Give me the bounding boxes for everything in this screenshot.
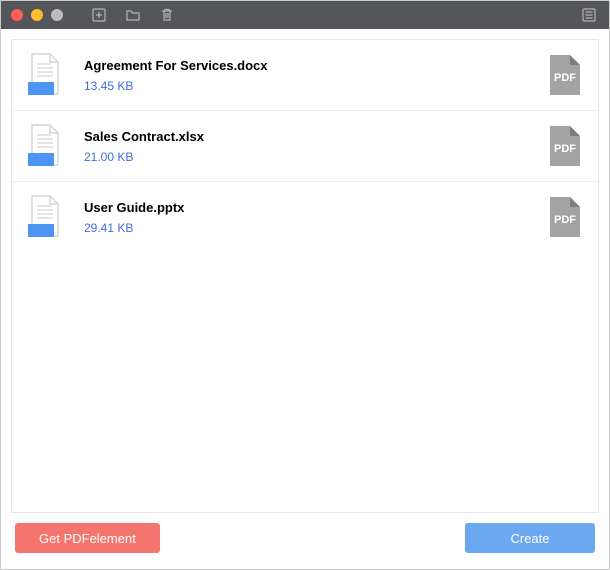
pdf-output-icon: PDF [546, 124, 584, 168]
trash-icon[interactable] [157, 5, 177, 25]
create-button[interactable]: Create [465, 523, 595, 553]
maximize-window-button[interactable] [51, 9, 63, 21]
file-name: Sales Contract.xlsx [84, 129, 528, 144]
file-name: User Guide.pptx [84, 200, 528, 215]
get-pdfelement-button[interactable]: Get PDFelement [15, 523, 160, 553]
document-icon [26, 123, 66, 169]
file-size: 21.00 KB [84, 150, 528, 164]
close-window-button[interactable] [11, 9, 23, 21]
file-list: Agreement For Services.docx 13.45 KB PDF… [11, 39, 599, 513]
minimize-window-button[interactable] [31, 9, 43, 21]
file-size: 29.41 KB [84, 221, 528, 235]
file-row[interactable]: Agreement For Services.docx 13.45 KB PDF [12, 40, 598, 111]
footer: Get PDFelement Create [11, 513, 599, 559]
file-size: 13.45 KB [84, 79, 528, 93]
file-details: Sales Contract.xlsx 21.00 KB [84, 129, 528, 164]
file-details: User Guide.pptx 29.41 KB [84, 200, 528, 235]
add-file-icon[interactable] [89, 5, 109, 25]
open-folder-icon[interactable] [123, 5, 143, 25]
svg-text:PDF: PDF [554, 72, 576, 84]
svg-text:PDF: PDF [554, 143, 576, 155]
document-icon [26, 52, 66, 98]
window-controls [11, 9, 63, 21]
file-name: Agreement For Services.docx [84, 58, 528, 73]
content-area: Agreement For Services.docx 13.45 KB PDF… [1, 29, 609, 569]
titlebar [1, 1, 609, 29]
settings-panel-icon[interactable] [579, 5, 599, 25]
file-row[interactable]: User Guide.pptx 29.41 KB PDF [12, 182, 598, 252]
pdf-output-icon: PDF [546, 195, 584, 239]
svg-text:PDF: PDF [554, 214, 576, 226]
document-icon [26, 194, 66, 240]
pdf-output-icon: PDF [546, 53, 584, 97]
file-row[interactable]: Sales Contract.xlsx 21.00 KB PDF [12, 111, 598, 182]
file-details: Agreement For Services.docx 13.45 KB [84, 58, 528, 93]
